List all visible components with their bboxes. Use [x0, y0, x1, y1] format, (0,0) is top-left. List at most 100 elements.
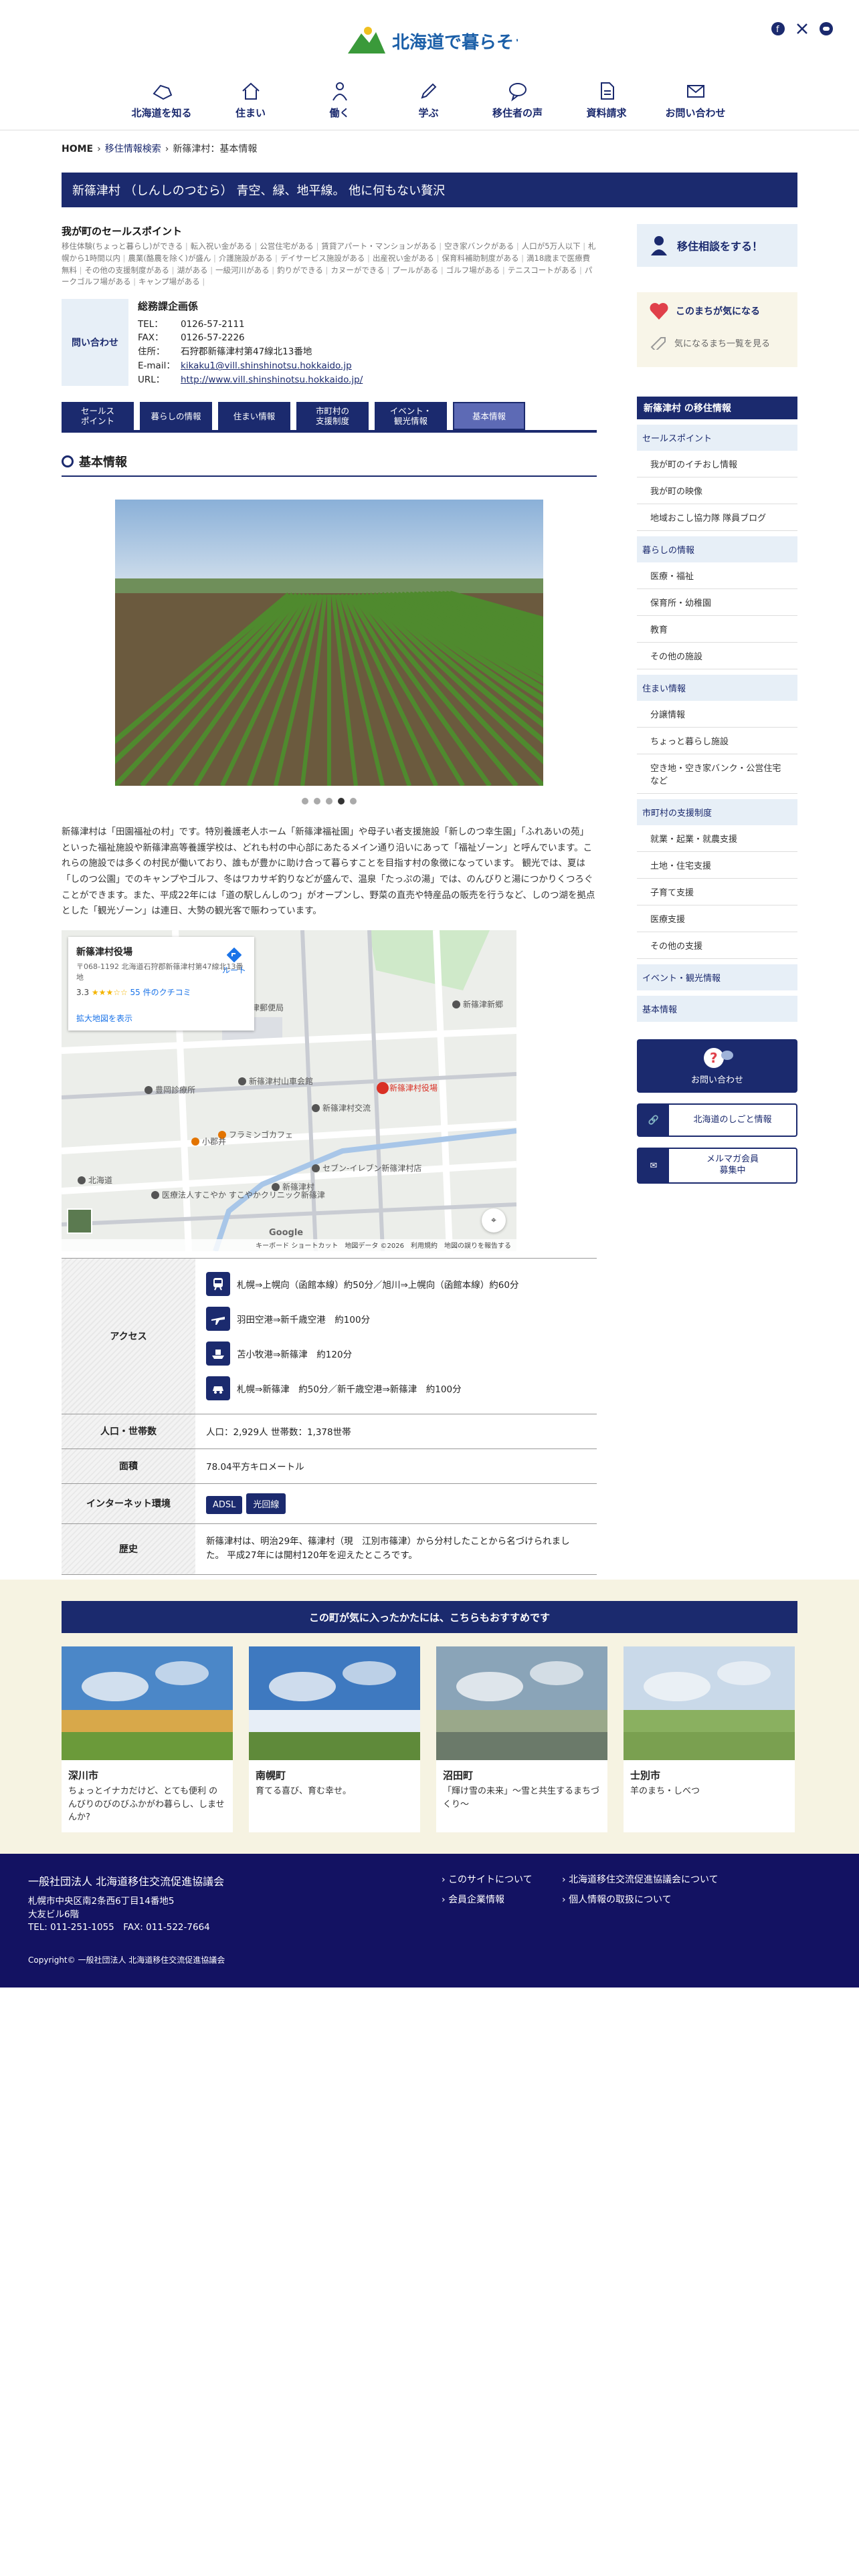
area-label: 面積 — [62, 1448, 195, 1484]
map-rating: 3.3 ★★★☆☆ 55 件のクチコミ — [76, 986, 246, 998]
sidebar-category[interactable]: 住まい情報 — [637, 675, 797, 701]
sidebar-item[interactable]: 分譲情報 — [637, 701, 797, 728]
slider-dot[interactable] — [350, 798, 357, 805]
tab-2[interactable]: 住まい情報 — [218, 402, 290, 431]
favorite-button[interactable]: このまちが気になる — [649, 302, 785, 320]
tab-1[interactable]: 暮らしの情報 — [140, 402, 212, 431]
map-label: セブン-イレブン新篠津村店 — [322, 1163, 421, 1173]
sidebar-item[interactable]: 空き地・空き家バンク・公営住宅など — [637, 754, 797, 794]
info-tabs: セールス ポイント 暮らしの情報 住まい情報 市町村の 支援制度 イベント・ 観光情報基… — [62, 402, 597, 433]
selling-tags: 移住体験(ちょっと暮らし)ができる転入祝い金がある公営住宅がある賃貸アパート・マ… — [62, 241, 597, 288]
map-reviews-link[interactable]: 55 件のクチコミ — [130, 988, 191, 997]
contact-link[interactable]: kikaku1@vill.shinshinotsu.hokkaido.jp — [181, 359, 352, 373]
sidebar-item[interactable]: 医療・福祉 — [637, 562, 797, 589]
footer-link[interactable]: このサイトについて — [442, 1872, 562, 1886]
breadcrumb-home[interactable]: HOME — [62, 144, 93, 154]
sidebar-item[interactable]: 医療支援 — [637, 905, 797, 932]
crosshair-icon: ⌖ — [491, 1214, 496, 1226]
slider-dot[interactable] — [326, 798, 332, 805]
sidebar-item[interactable]: 子育て支援 — [637, 879, 797, 905]
map-pin-icon — [312, 1103, 320, 1112]
map-pin-icon — [312, 1164, 320, 1172]
map-label: 豊岡診療所 — [155, 1085, 195, 1095]
recommend-card[interactable]: 士別市 羊のまち・しべつ — [624, 1646, 795, 1832]
recommend-card-name: 南幌町 — [256, 1769, 286, 1782]
google-map[interactable]: 新篠津村役場 新篠津村山車会館 フラミンゴカフェ セブン-イレブン新篠津村店 新篠津村交… — [62, 930, 516, 1251]
nav-item-5[interactable]: 資料請求 — [562, 80, 651, 120]
map-footer-link[interactable]: 地図の誤りを報告する — [444, 1240, 511, 1250]
access-text: 札幌⇒新篠津 約50分／新千歳空港⇒新篠津 約100分 — [237, 1384, 462, 1395]
nav-item-6[interactable]: お問い合わせ — [651, 80, 740, 120]
nav-item-4[interactable]: 移住者の声 — [473, 80, 562, 120]
contact-link[interactable]: http://www.vill.shinshinotsu.hokkaido.jp… — [181, 373, 363, 387]
sidebar-item[interactable]: その他の施設 — [637, 643, 797, 669]
map-label: 新篠津村役場 — [389, 1083, 438, 1093]
sidebar-category[interactable]: イベント・観光情報 — [637, 964, 797, 990]
selling-tag: キャンプ場がある — [138, 277, 205, 286]
internet-label: インターネット環境 — [62, 1483, 195, 1524]
worker-icon — [332, 82, 347, 101]
slider-dot[interactable] — [302, 798, 308, 805]
sidebar-category[interactable]: 市町村の支援制度 — [637, 799, 797, 825]
sidebar-item[interactable]: 土地・住宅支援 — [637, 852, 797, 879]
map-footer-link[interactable]: 利用規約 — [411, 1240, 438, 1250]
mailmag-link[interactable]: ✉ メルマガ会員 募集中 — [637, 1148, 797, 1184]
slider-photo[interactable] — [115, 500, 543, 786]
footer-link[interactable]: 個人情報の取扱について — [562, 1893, 736, 1906]
favorite-list-link[interactable]: 気になるまち一覧を見る — [649, 335, 785, 350]
footer-address: 札幌市中央区南2条西6丁目14番地5 大友ビル6階 TEL: 011-251-1… — [28, 1896, 210, 1933]
sidebar-category[interactable]: セールスポイント — [637, 425, 797, 451]
nav-label: 働く — [329, 107, 350, 119]
recommend-card[interactable]: 沼田町 「輝け雪の未来」～雪と共生するまちづくり～ — [436, 1646, 607, 1832]
sidebar-contact-button[interactable]: ? お問い合わせ — [637, 1039, 797, 1093]
sidebar-item[interactable]: 地域おこし協力隊 隊員ブログ — [637, 504, 797, 531]
internet-badge: ADSL — [206, 1495, 243, 1514]
contact-value: 石狩郡新篠津村第47線北13番地 — [181, 346, 312, 358]
selling-tag: デイサービス施設がある — [280, 253, 370, 263]
map-satellite-toggle[interactable] — [67, 1208, 92, 1234]
sidebar-item[interactable]: 我が町の映像 — [637, 477, 797, 504]
site-logo[interactable]: 北海道で暮らそう! — [341, 20, 518, 62]
favorite-block: このまちが気になる 気になるまち一覧を見る — [637, 292, 797, 367]
breadcrumb-search[interactable]: 移住情報検索 — [105, 144, 161, 154]
map-pin-icon — [272, 1182, 280, 1191]
nav-item-0[interactable]: 北海道を知る — [117, 80, 206, 120]
line-icon[interactable] — [819, 21, 834, 36]
slider-dot[interactable] — [338, 798, 345, 805]
tab-0[interactable]: セールス ポイント — [62, 402, 134, 431]
car-icon — [206, 1376, 230, 1400]
nav-item-2[interactable]: 働く — [295, 80, 384, 120]
tab-5[interactable]: 基本情報 — [453, 402, 525, 431]
nav-item-1[interactable]: 住まい — [206, 80, 295, 120]
selling-tag: 一級河川がある — [215, 265, 274, 275]
sidebar-category[interactable]: 基本情報 — [637, 996, 797, 1022]
tab-4[interactable]: イベント・ 観光情報 — [375, 402, 447, 431]
nav-item-3[interactable]: 学ぶ — [384, 80, 473, 120]
sidebar-category[interactable]: 暮らしの情報 — [637, 536, 797, 562]
sidebar-item[interactable]: ちょっと暮らし施設 — [637, 728, 797, 754]
map-footer-link[interactable]: キーボード ショートカット — [256, 1240, 338, 1250]
footer-link[interactable]: 北海道移住交流促進協議会について — [562, 1872, 736, 1886]
sidebar-item[interactable]: 教育 — [637, 616, 797, 643]
slider-dot[interactable] — [314, 798, 320, 805]
footer-link[interactable]: 会員企業情報 — [442, 1893, 562, 1906]
map-footer-link[interactable]: 地図データ ©2026 — [345, 1240, 404, 1250]
facebook-icon[interactable]: f — [771, 21, 785, 36]
tab-3[interactable]: 市町村の 支援制度 — [296, 402, 369, 431]
consult-button[interactable]: 移住相談をする！ — [637, 224, 797, 267]
map-recenter-button[interactable]: ⌖ — [482, 1208, 506, 1232]
x-icon[interactable] — [795, 21, 809, 36]
sidebar-item[interactable]: その他の支援 — [637, 932, 797, 959]
access-row: 羽田空港⇒新千歳空港 約100分 — [206, 1301, 586, 1336]
contact-row: TEL： 0126-57-2111 — [138, 318, 363, 332]
map-route-button[interactable]: ルート — [222, 947, 246, 976]
jobs-link[interactable]: 🔗 北海道のしごと情報 — [637, 1103, 797, 1137]
recommend-card[interactable]: 南幌町 育てる喜び、育む幸せ。 — [249, 1646, 420, 1832]
recommend-card[interactable]: 深川市 ちょっとイナカだけど、とても便利 のんびりのびのびふかがわ暮らし、しません… — [62, 1646, 233, 1832]
link-icon: 🔗 — [638, 1105, 669, 1136]
sidebar-item[interactable]: 保育所・幼稚園 — [637, 589, 797, 616]
map-large-link[interactable]: 拡大地図を表示 — [76, 1012, 132, 1024]
selling-tag: 介護施設がある — [219, 253, 278, 263]
sidebar-item[interactable]: 就業・起業・就農支援 — [637, 825, 797, 852]
sidebar-item[interactable]: 我が町のイチおし情報 — [637, 451, 797, 477]
